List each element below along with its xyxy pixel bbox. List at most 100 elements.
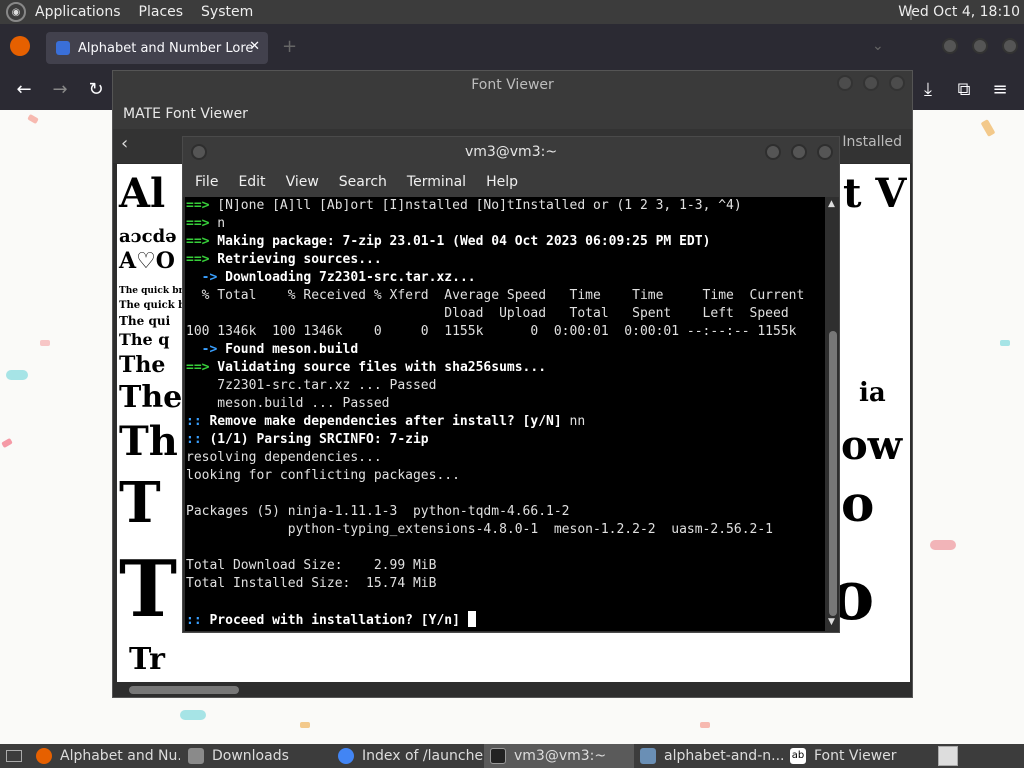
terminal-maximize-button[interactable] [791,144,807,160]
firefox-close-button[interactable] [1002,38,1018,54]
reload-icon[interactable]: ↻ [82,76,110,104]
font-preview-glyph: ia [859,378,886,408]
font-viewer-titlebar[interactable]: Font Viewer [113,71,912,99]
bottom-taskbar: Alphabet and Nu... Downloads Index of /l… [0,744,1024,768]
font-viewer-hscrollbar[interactable] [117,683,910,697]
chrome-icon [338,748,354,764]
scroll-down-arrow-icon[interactable]: ▼ [828,617,835,627]
extensions-icon[interactable]: ⧉ [950,76,978,104]
terminal-titlebar[interactable]: vm3@vm3:~ [183,137,839,167]
confetti-decoration [930,540,956,550]
terminal-line: -> Downloading 7z2301-src.tar.xz... [186,270,476,285]
taskbar-item-label: Index of /launche... [362,748,484,764]
taskbar-item-label: alphabet-and-n... [664,748,784,764]
show-desktop-icon[interactable] [6,750,22,762]
terminal-line: 100 1346k 100 1346k 0 0 1155k 0 0:00:01 … [186,324,797,339]
fv-close-button[interactable] [889,75,905,91]
downloads-icon[interactable]: ⤓ [914,76,942,104]
firefox-maximize-button[interactable] [972,38,988,54]
terminal-line: :: (1/1) Parsing SRCINFO: 7-zip [186,432,429,447]
back-chevron-icon[interactable]: ‹ [121,133,128,154]
terminal-menu-edit[interactable]: Edit [228,174,275,190]
terminal-minimize-button[interactable] [765,144,781,160]
terminal-menubar: File Edit View Search Terminal Help [183,167,839,197]
terminal-menu-terminal[interactable]: Terminal [397,174,476,190]
terminal-line: Total Download Size: 2.99 MiB [186,558,437,573]
terminal-line: ==> n [186,216,226,231]
font-preview-glyph: Th [119,418,178,465]
hamburger-menu-icon[interactable]: ≡ [986,76,1014,104]
vscrollbar-thumb[interactable] [829,331,837,616]
back-arrow-icon[interactable]: ← [10,76,38,104]
firefox-icon [36,748,52,764]
taskbar-item-firefox[interactable]: Alphabet and Nu... [30,744,180,768]
terminal-output[interactable]: ==> [N]one [A]ll [Ab]ort [I]nstalled [No… [185,197,825,631]
menu-system[interactable]: System [192,0,262,24]
firefox-minimize-button[interactable] [942,38,958,54]
terminal-line: looking for conflicting packages... [186,468,460,483]
confetti-decoration [980,119,996,137]
font-preview-glyph: Tr [129,642,165,677]
image-viewer-icon [640,748,656,764]
terminal-menu-file[interactable]: File [185,174,228,190]
terminal-line: Packages (5) ninja-1.11.1-3 python-tqdm-… [186,504,570,519]
terminal-line: Total Installed Size: 15.74 MiB [186,576,437,591]
font-preview-glyph: ow [841,422,903,469]
terminal-menu-help[interactable]: Help [476,174,528,190]
taskbar-item-downloads[interactable]: Downloads [182,744,332,768]
firefox-tab[interactable]: Alphabet and Number Lore ✕ [46,32,268,64]
confetti-decoration [1,437,13,449]
font-preview-glyph: The qui [119,314,171,328]
terminal-line: ==> Validating source files with sha256s… [186,360,547,375]
confetti-decoration [27,113,39,125]
terminal-line: 7z2301-src.tar.xz ... Passed [186,378,437,393]
hscrollbar-thumb[interactable] [129,686,239,694]
taskbar-item-label: Alphabet and Nu... [60,748,180,764]
menu-places[interactable]: Places [130,0,193,24]
mate-logo-icon[interactable]: ◉ [6,2,26,22]
terminal-menu-view[interactable]: View [276,174,329,190]
menu-applications[interactable]: Applications [26,0,130,24]
terminal-line: Dload Upload Total Spent Left Speed [186,306,789,321]
confetti-decoration [300,722,310,728]
confetti-decoration [6,370,28,380]
clock[interactable]: Wed Oct 4, 18:10 [898,0,1020,24]
forward-arrow-icon[interactable]: → [46,76,74,104]
terminal-line: ==> Retrieving sources... [186,252,382,267]
terminal-vscrollbar[interactable]: ▲ ▼ [827,197,839,631]
workspace-switcher[interactable] [938,746,958,766]
installed-label: Installed [842,134,902,150]
taskbar-item-chrome[interactable]: Index of /launche... [332,744,484,768]
tab-close-icon[interactable]: ✕ [249,39,260,54]
taskbar-item-image-viewer[interactable]: alphabet-and-n... [634,744,784,768]
font-preview-glyph: The quick b [119,300,186,311]
folder-icon [188,748,204,764]
terminal-line: -> Found meson.build [186,342,359,357]
confetti-decoration [700,722,710,728]
font-preview-glyph: A♡O [119,248,175,274]
font-preview-glyph: T [119,470,161,536]
terminal-line: :: Proceed with installation? [Y/n] [186,611,825,629]
new-tab-icon[interactable]: + [282,36,297,57]
font-preview-glyph: The [119,380,183,415]
taskbar-item-terminal[interactable]: vm3@vm3:~ [484,744,634,768]
terminal-menu-search[interactable]: Search [329,174,397,190]
fv-maximize-button[interactable] [863,75,879,91]
fv-minimize-button[interactable] [837,75,853,91]
terminal-line: meson.build ... Passed [186,396,390,411]
taskbar-item-font-viewer[interactable]: ab Font Viewer [784,744,934,768]
font-preview-glyph: The q [119,330,170,349]
terminal-line: ==> Making package: 7-zip 23.01-1 (Wed 0… [186,234,711,249]
terminal-window-menu-button[interactable] [191,144,207,160]
font-preview-glyph: t V [843,170,907,217]
terminal-close-button[interactable] [817,144,833,160]
tab-list-chevron-icon[interactable]: ⌄ [872,38,884,54]
firefox-icon[interactable] [10,36,30,56]
tab-favicon-icon [56,41,70,55]
scroll-up-arrow-icon[interactable]: ▲ [828,199,835,209]
terminal-line: python-typing_extensions-4.8.0-1 meson-1… [186,522,773,537]
confetti-decoration [180,710,206,720]
